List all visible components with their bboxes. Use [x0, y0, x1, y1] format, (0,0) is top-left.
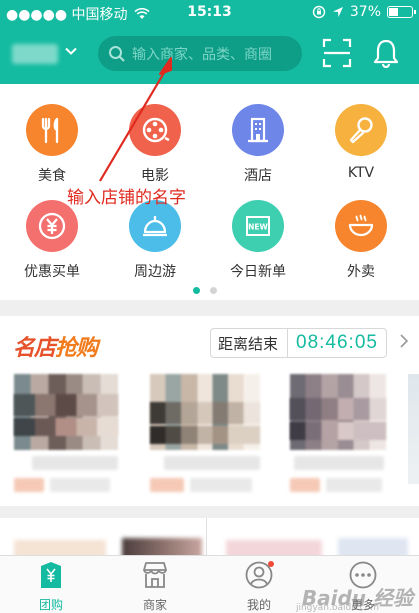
flash-sale-title-part1: 名店 — [13, 336, 56, 361]
category-label: 今日新单 — [230, 264, 286, 280]
page-dot — [210, 287, 217, 294]
hotel-building-icon — [232, 104, 284, 156]
page-dot-active — [193, 287, 200, 294]
page-indicator — [193, 287, 217, 294]
tab-label: 商家 — [142, 598, 167, 612]
category-food[interactable]: 美食 — [2, 104, 102, 185]
category-grid: 美食 电影 酒店 KTV 优惠买单 周边游 NEW 今日新单 外卖 — [0, 84, 419, 300]
search-icon — [109, 45, 125, 62]
new-badge-icon: NEW — [232, 200, 284, 252]
flash-product-card[interactable] — [14, 374, 122, 494]
user-profile-icon — [245, 561, 274, 589]
tab-label: 团购 — [38, 598, 63, 612]
category-label: 优惠买单 — [24, 264, 80, 280]
baidu-watermark-url: jingyan.baidu.com — [295, 603, 379, 613]
search-placeholder: 输入商家、品类、商圈 — [132, 46, 272, 63]
flash-sale-title-part2: 抢购 — [55, 336, 98, 361]
countdown-timer[interactable]: 距离结束 08:46:05 — [210, 328, 387, 358]
countdown-time: 08:46:05 — [296, 332, 378, 353]
rotation-lock-icon — [312, 5, 326, 19]
scan-icon[interactable] — [322, 38, 352, 68]
storefront-icon — [143, 562, 167, 588]
category-label: 酒店 — [244, 168, 272, 184]
category-label: 外卖 — [347, 264, 375, 280]
tab-mine[interactable]: 我的 — [214, 560, 304, 613]
annotation-text: 输入店铺的名字 — [67, 188, 186, 208]
category-movie[interactable]: 电影 — [105, 104, 205, 185]
tab-label: 我的 — [246, 598, 271, 612]
category-label: KTV — [347, 165, 375, 181]
search-input[interactable]: 输入商家、品类、商圈 — [98, 36, 302, 71]
flash-sale-title: 名店抢购 — [13, 330, 98, 362]
tab-tuangou[interactable]: 团购 — [6, 560, 96, 613]
chevron-down-icon[interactable] — [64, 44, 78, 58]
svg-text:NEW: NEW — [248, 223, 268, 232]
flash-product-card-partial — [408, 374, 419, 484]
category-ktv[interactable]: KTV — [311, 104, 411, 181]
category-new-today[interactable]: NEW 今日新单 — [208, 200, 308, 281]
battery-percent: 37% — [349, 4, 381, 20]
location-arrow-icon — [332, 7, 343, 17]
tuangou-tag-icon — [41, 562, 61, 588]
fork-knife-icon — [26, 104, 78, 156]
countdown-label: 距离结束 — [211, 329, 289, 357]
chevron-right-icon[interactable] — [399, 334, 409, 348]
category-label: 电影 — [141, 168, 169, 184]
battery-icon — [387, 6, 416, 18]
city-selector[interactable] — [12, 44, 58, 64]
microphone-icon — [335, 104, 387, 156]
flash-product-card[interactable] — [290, 374, 400, 494]
category-discount-pay[interactable]: 优惠买单 — [2, 200, 102, 281]
flash-sale-section: 名店抢购 距离结束 08:46:05 — [0, 316, 419, 506]
category-nearby-travel[interactable]: 周边游 — [105, 200, 205, 281]
category-label: 周边游 — [134, 264, 176, 280]
bowl-icon — [335, 200, 387, 252]
category-hotel[interactable]: 酒店 — [208, 104, 308, 185]
status-bar: ●●●●● 中国移动 15:13 37% — [0, 0, 419, 26]
tab-merchants[interactable]: 商家 — [110, 560, 200, 613]
header-bar: 输入商家、品类、商圈 — [0, 26, 419, 84]
category-label: 美食 — [38, 168, 66, 184]
flash-product-card[interactable] — [150, 374, 268, 494]
bottom-tab-bar: 团购 商家 我的 更多 Baidu 经验 jingyan.baidu.com — [0, 555, 419, 613]
category-takeout[interactable]: 外卖 — [311, 200, 411, 281]
bell-icon[interactable] — [372, 38, 400, 68]
film-reel-icon — [129, 104, 181, 156]
